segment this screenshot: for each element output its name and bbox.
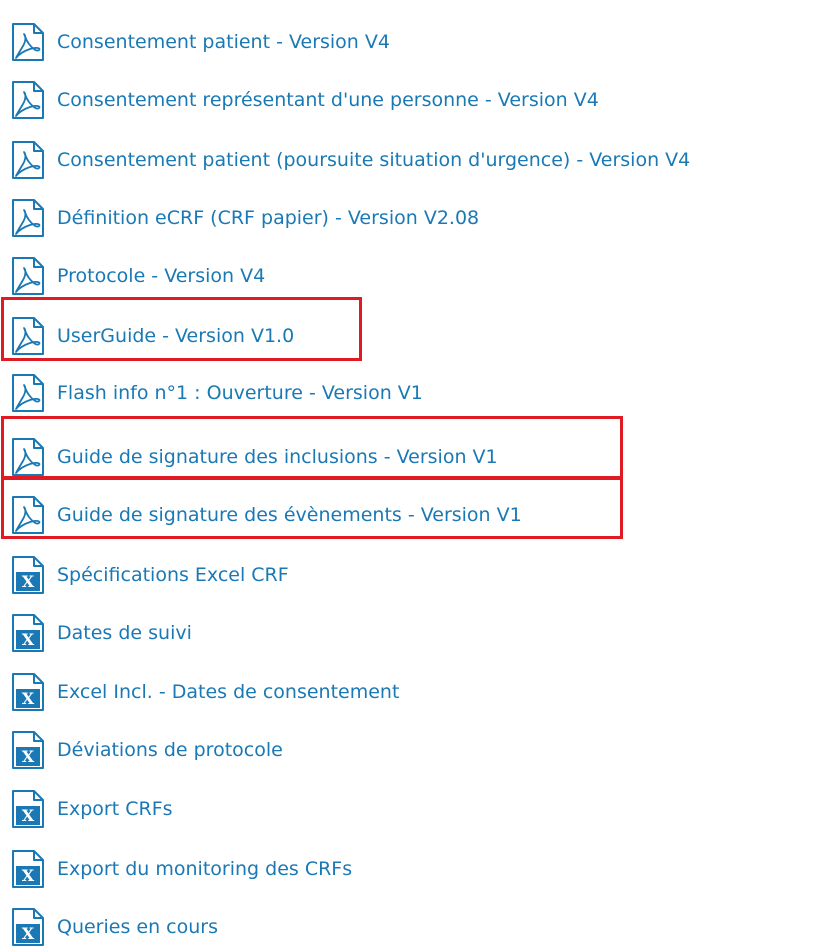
- pdf-file-icon: [10, 22, 46, 62]
- document-label[interactable]: Consentement patient (poursuite situatio…: [57, 140, 690, 180]
- document-link-pdf[interactable]: Protocole - Version V4: [10, 256, 265, 296]
- document-label[interactable]: Flash info n°1 : Ouverture - Version V1: [57, 373, 423, 413]
- document-label[interactable]: Export du monitoring des CRFs: [57, 849, 352, 889]
- svg-text:X: X: [22, 924, 35, 943]
- document-link-pdf[interactable]: Définition eCRF (CRF papier) - Version V…: [10, 198, 479, 238]
- document-list: Consentement patient - Version V4 Consen…: [0, 0, 817, 946]
- svg-text:X: X: [22, 747, 35, 766]
- excel-file-icon: X: [10, 555, 46, 595]
- pdf-file-icon: [10, 437, 46, 477]
- document-label[interactable]: Guide de signature des évènements - Vers…: [57, 495, 522, 535]
- document-label[interactable]: UserGuide - Version V1.0: [57, 316, 294, 356]
- svg-text:X: X: [22, 806, 35, 825]
- document-link-excel[interactable]: X Dates de suivi: [10, 613, 192, 653]
- excel-file-icon: X: [10, 849, 46, 889]
- pdf-file-icon: [10, 256, 46, 296]
- document-label[interactable]: Consentement patient - Version V4: [57, 22, 390, 62]
- pdf-file-icon: [10, 373, 46, 413]
- document-link-pdf[interactable]: UserGuide - Version V1.0: [10, 316, 294, 356]
- excel-file-icon: X: [10, 730, 46, 770]
- pdf-file-icon: [10, 495, 46, 535]
- excel-file-icon: X: [10, 613, 46, 653]
- document-link-excel[interactable]: X Queries en cours: [10, 907, 218, 947]
- excel-file-icon: X: [10, 907, 46, 947]
- svg-text:X: X: [22, 689, 35, 708]
- document-link-excel[interactable]: X Spécifications Excel CRF: [10, 555, 289, 595]
- document-label[interactable]: Export CRFs: [57, 789, 173, 829]
- document-link-pdf[interactable]: Guide de signature des inclusions - Vers…: [10, 437, 498, 477]
- document-link-excel[interactable]: X Export CRFs: [10, 789, 173, 829]
- document-link-pdf[interactable]: Consentement patient (poursuite situatio…: [10, 140, 690, 180]
- pdf-file-icon: [10, 198, 46, 238]
- excel-file-icon: X: [10, 789, 46, 829]
- pdf-file-icon: [10, 80, 46, 120]
- document-label[interactable]: Dates de suivi: [57, 613, 192, 653]
- document-link-pdf[interactable]: Consentement patient - Version V4: [10, 22, 390, 62]
- pdf-file-icon: [10, 316, 46, 356]
- document-link-pdf[interactable]: Flash info n°1 : Ouverture - Version V1: [10, 373, 423, 413]
- document-label[interactable]: Protocole - Version V4: [57, 256, 265, 296]
- document-link-excel[interactable]: X Excel Incl. - Dates de consentement: [10, 672, 399, 712]
- document-label[interactable]: Définition eCRF (CRF papier) - Version V…: [57, 198, 479, 238]
- pdf-file-icon: [10, 140, 46, 180]
- document-label[interactable]: Spécifications Excel CRF: [57, 555, 289, 595]
- svg-text:X: X: [22, 572, 35, 591]
- svg-text:X: X: [22, 630, 35, 649]
- document-label[interactable]: Guide de signature des inclusions - Vers…: [57, 437, 498, 477]
- document-label[interactable]: Queries en cours: [57, 907, 218, 947]
- excel-file-icon: X: [10, 672, 46, 712]
- document-link-pdf[interactable]: Consentement représentant d'une personne…: [10, 80, 599, 120]
- document-link-excel[interactable]: X Export du monitoring des CRFs: [10, 849, 352, 889]
- document-label[interactable]: Déviations de protocole: [57, 730, 283, 770]
- document-link-pdf[interactable]: Guide de signature des évènements - Vers…: [10, 495, 522, 535]
- document-link-excel[interactable]: X Déviations de protocole: [10, 730, 283, 770]
- document-label[interactable]: Excel Incl. - Dates de consentement: [57, 672, 399, 712]
- svg-text:X: X: [22, 866, 35, 885]
- document-label[interactable]: Consentement représentant d'une personne…: [57, 80, 599, 120]
